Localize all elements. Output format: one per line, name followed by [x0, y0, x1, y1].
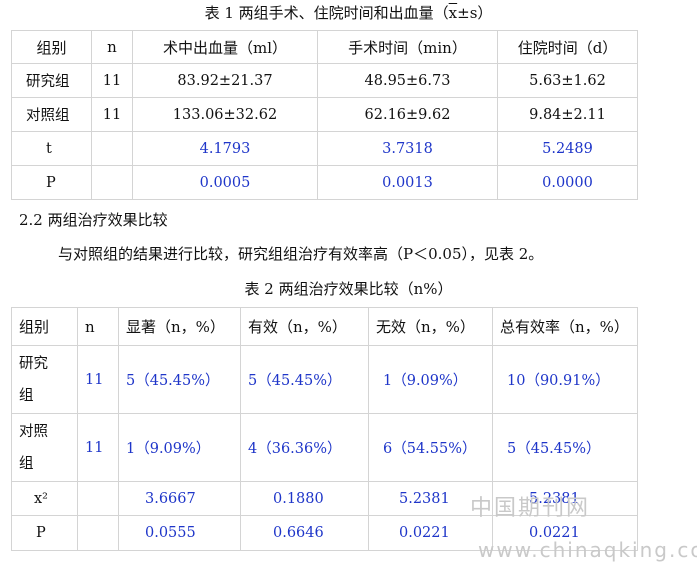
table1-header-cell: 组别 — [11, 30, 92, 64]
table1-header-cell: n — [91, 30, 133, 64]
table1-cell: 9.84±2.11 — [497, 97, 638, 132]
group-label-line2: 组 — [19, 455, 34, 472]
table2-group-cell: 研究 组 — [11, 345, 78, 414]
table1: 组别 n 术中出血量（ml） 手术时间（min） 住院时间（d） 研究组 11 … — [11, 30, 638, 200]
table1-cell: P — [11, 165, 92, 200]
table1-cell: 11 — [91, 97, 133, 132]
table2-cell: 0.6646 — [240, 515, 369, 551]
table1-cell: t — [11, 131, 92, 166]
table1-header-cell: 住院时间（d） — [497, 30, 638, 64]
table1-cell: 11 — [91, 63, 133, 98]
table2-header-cell: 无效（n，%） — [368, 307, 493, 346]
table-row: 研究 组 11 5（45.45%） 5（45.45%） 1（9.09%） 10（… — [11, 345, 638, 414]
table2-cell — [77, 481, 119, 516]
table2-header-cell: 有效（n，%） — [240, 307, 369, 346]
table1-cell — [91, 131, 133, 166]
table2-cell: P — [11, 515, 78, 551]
group-label-line1: 对照 — [19, 423, 48, 440]
table1-header-cell: 手术时间（min） — [317, 30, 498, 64]
table2-cell: 0.0555 — [118, 515, 241, 551]
table1-cell: 133.06±32.62 — [132, 97, 318, 132]
table1-cell: 3.7318 — [317, 131, 498, 166]
table1-header-row: 组别 n 术中出血量（ml） 手术时间（min） 住院时间（d） — [11, 30, 638, 64]
section-heading: 2.2 两组治疗效果比较 — [19, 211, 168, 229]
table1-caption-xbar: x — [448, 4, 458, 22]
table1-cell: 83.92±21.37 — [132, 63, 318, 98]
watermark-cn: 中国期刊网 — [470, 496, 591, 521]
table2-cell: 0.1880 — [240, 481, 369, 516]
table-row: 对照 组 11 1（9.09%） 4（36.36%） 6（54.55%） 5（4… — [11, 413, 638, 482]
table2-cell: 5（45.45%） — [492, 413, 638, 482]
table2-header-cell: 总有效率（n，%） — [492, 307, 638, 346]
table1-cell: 0.0000 — [497, 165, 638, 200]
table1-cell: 研究组 — [11, 63, 92, 98]
table2-cell: 5（45.45%） — [240, 345, 369, 414]
table-row: t 4.1793 3.7318 5.2489 — [11, 131, 638, 166]
table2-header-cell: n — [77, 307, 119, 346]
table1-cell: 5.63±1.62 — [497, 63, 638, 98]
table1-cell: 48.95±6.73 — [317, 63, 498, 98]
table-row: 对照组 11 133.06±32.62 62.16±9.62 9.84±2.11 — [11, 97, 638, 132]
watermark-url: www.chinaqking.com — [478, 538, 697, 562]
table-row: P 0.0005 0.0013 0.0000 — [11, 165, 638, 200]
table2-header-cell: 组别 — [11, 307, 78, 346]
table2-cell: 4（36.36%） — [240, 413, 369, 482]
table2-cell: 6（54.55%） — [368, 413, 493, 482]
body-paragraph: 与对照组的结果进行比较，研究组组治疗有效率高（P＜0.05），见表 2。 — [58, 245, 544, 263]
table2-cell: 1（9.09%） — [118, 413, 241, 482]
table2-cell: 1（9.09%） — [368, 345, 493, 414]
table1-caption-prefix: 表 1 两组手术、住院时间和出血量（ — [204, 4, 449, 22]
table2-cell — [77, 515, 119, 551]
table1-cell: 0.0005 — [132, 165, 318, 200]
table1-cell: 62.16±9.62 — [317, 97, 498, 132]
table2-header-cell: 显著（n，%） — [118, 307, 241, 346]
table2-cell: 11 — [77, 413, 119, 482]
table2-cell: 10（90.91%） — [492, 345, 638, 414]
table2-header-row: 组别 n 显著（n，%） 有效（n，%） 无效（n，%） 总有效率（n，%） — [11, 307, 638, 346]
table2-cell: 3.6667 — [118, 481, 241, 516]
table2-cell: 11 — [77, 345, 119, 414]
table1-caption-suffix: ±s） — [457, 4, 493, 22]
table2-group-cell: 对照 组 — [11, 413, 78, 482]
table2-cell: x² — [11, 481, 78, 516]
table1-cell — [91, 165, 133, 200]
group-label-line1: 研究 — [19, 355, 48, 372]
table-row: 研究组 11 83.92±21.37 48.95±6.73 5.63±1.62 — [11, 63, 638, 98]
table1-caption: 表 1 两组手术、住院时间和出血量（x±s） — [0, 3, 697, 23]
table1-cell: 4.1793 — [132, 131, 318, 166]
table1-cell: 5.2489 — [497, 131, 638, 166]
table1-cell: 0.0013 — [317, 165, 498, 200]
table2-cell: 5（45.45%） — [118, 345, 241, 414]
table1-header-cell: 术中出血量（ml） — [132, 30, 318, 64]
table2-caption: 表 2 两组治疗效果比较（n%） — [244, 280, 453, 298]
table1-cell: 对照组 — [11, 97, 92, 132]
group-label-line2: 组 — [19, 387, 34, 404]
